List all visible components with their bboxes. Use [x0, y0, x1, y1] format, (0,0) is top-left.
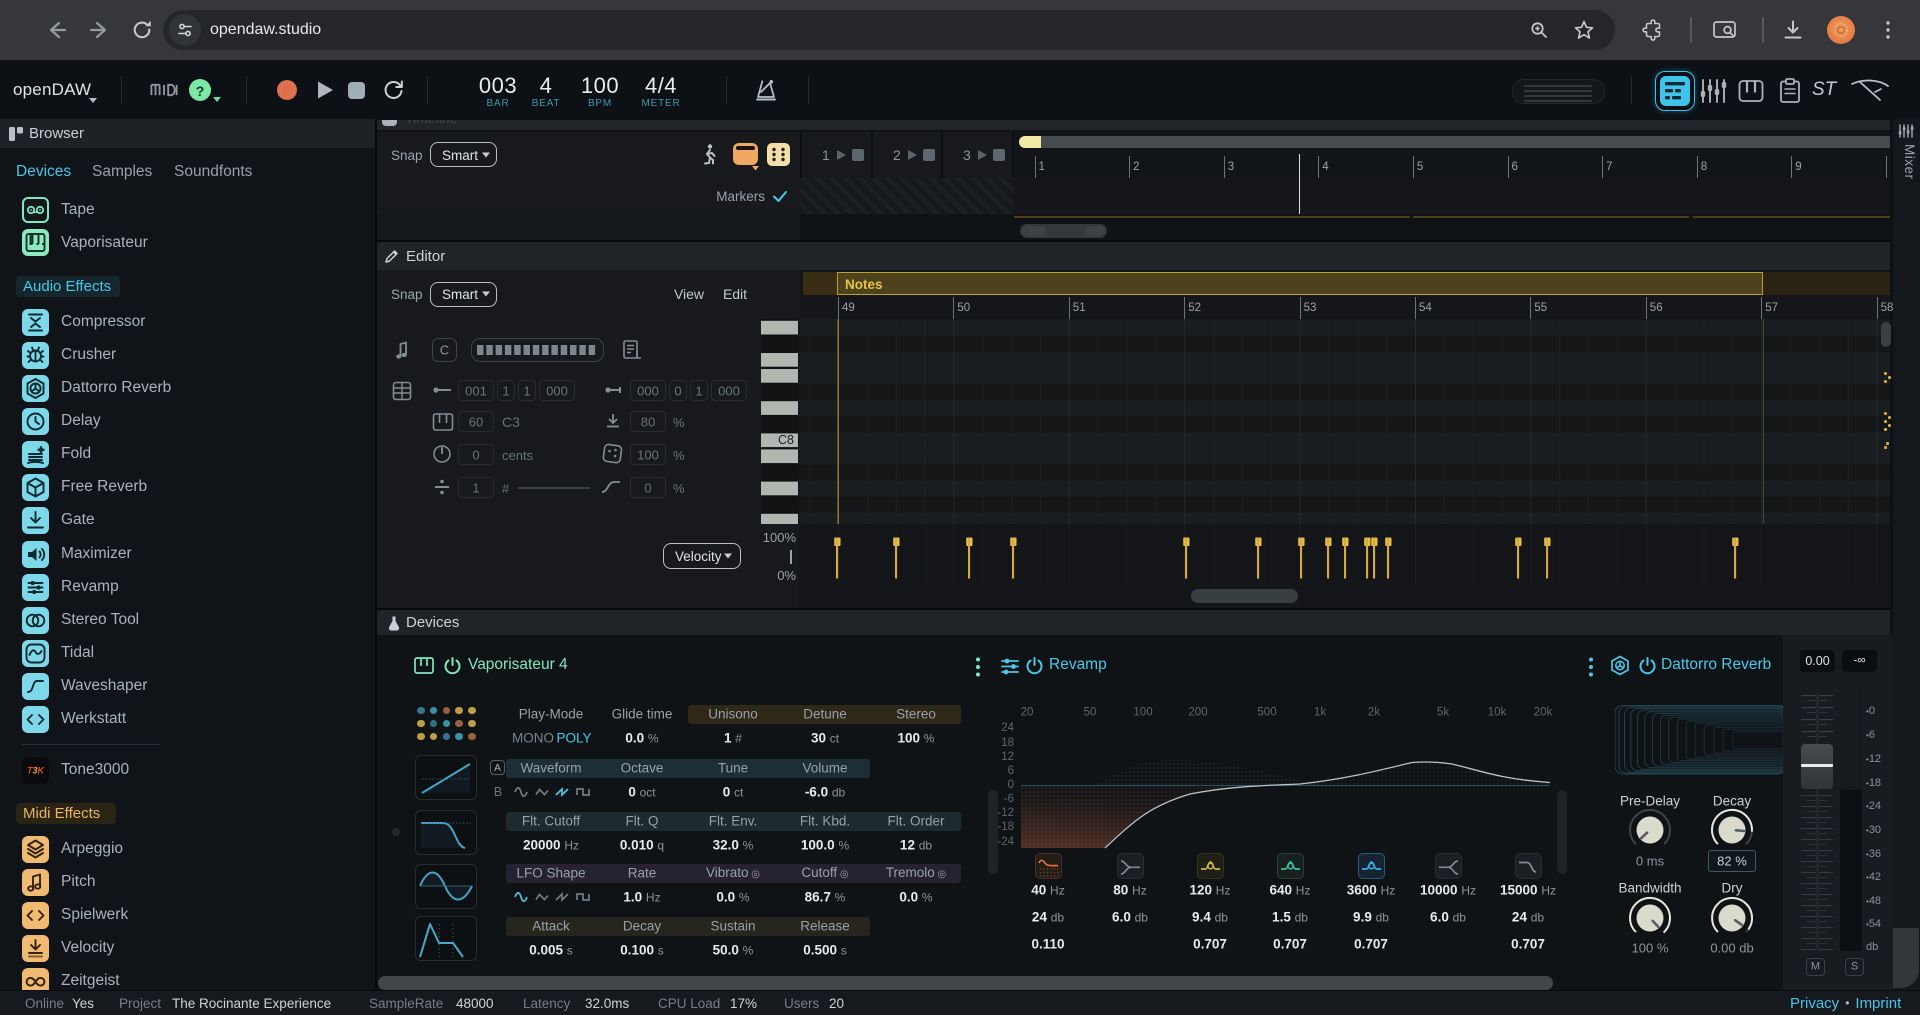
svg-text:C8: C8 — [778, 433, 794, 447]
